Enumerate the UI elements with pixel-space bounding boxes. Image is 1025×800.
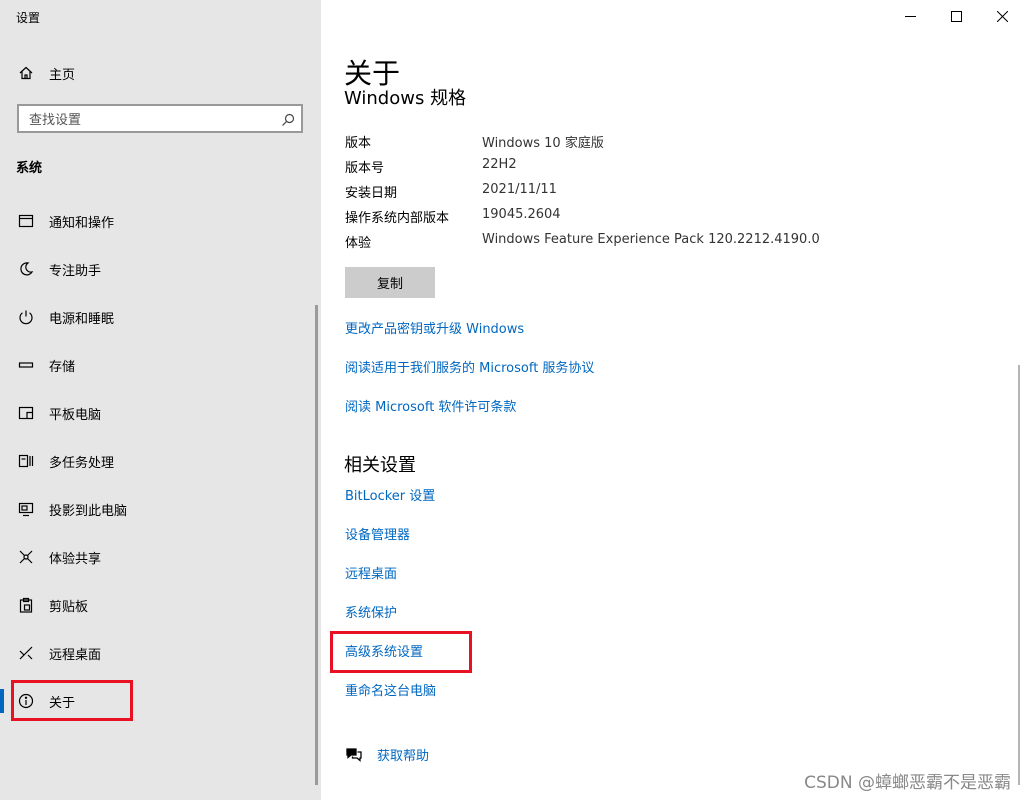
remote-desktop-icon — [18, 645, 34, 661]
moon-icon — [18, 261, 34, 277]
sidebar-item-tablet[interactable]: 平板电脑 — [0, 389, 310, 437]
search-input[interactable] — [27, 110, 276, 130]
sidebar-item-label: 通知和操作 — [49, 215, 115, 231]
sidebar-item-label: 剪贴板 — [49, 599, 89, 615]
sidebar-item-label: 主页 — [49, 67, 76, 83]
subtitle-clip: Windows 规格 — [344, 88, 466, 110]
rename-pc-link[interactable]: 重命名这台电脑 — [345, 680, 436, 699]
power-icon — [18, 309, 34, 325]
spec-value: 19045.2604 — [482, 207, 561, 222]
sidebar-item-label: 电源和睡眠 — [49, 311, 115, 327]
sidebar-item-home[interactable]: 主页 — [0, 58, 310, 88]
tablet-icon — [18, 405, 34, 421]
notification-icon — [18, 213, 34, 229]
copy-button[interactable]: 复制 — [345, 267, 435, 298]
related-settings-heading: 相关设置 — [344, 455, 416, 476]
sidebar-item-shared-experiences[interactable]: 体验共享 — [0, 533, 310, 581]
maximize-icon — [950, 10, 962, 22]
close-icon — [996, 10, 1008, 22]
app-title: 设置 — [16, 11, 41, 25]
watermark: CSDN @蟑螂恶霸不是恶霸 — [804, 773, 1011, 793]
sidebar: 设置 主页 系统 通知和操作 专注助手 电源和睡 — [0, 0, 321, 800]
system-protection-link[interactable]: 系统保护 — [345, 602, 397, 621]
device-manager-link[interactable]: 设备管理器 — [345, 524, 410, 543]
section-label: 系统 — [16, 161, 43, 176]
sidebar-item-clipboard[interactable]: 剪贴板 — [0, 581, 310, 629]
help-chat-icon — [346, 747, 362, 762]
spec-label: 安装日期 — [345, 186, 398, 201]
spec-value: 2021/11/11 — [482, 182, 557, 197]
window-controls — [887, 0, 1025, 32]
sidebar-item-label: 投影到此电脑 — [49, 503, 128, 519]
selection-indicator — [0, 689, 4, 713]
main-content: 关于 Windows 规格 版本 Windows 10 家庭版 版本号 22H2… — [321, 0, 1025, 800]
home-icon — [18, 65, 34, 81]
section-subtitle: Windows 规格 — [344, 88, 467, 109]
service-agreement-link[interactable]: 阅读适用于我们服务的 Microsoft 服务协议 — [345, 357, 594, 376]
highlight-box — [330, 631, 472, 673]
clipboard-icon — [18, 597, 34, 613]
sidebar-item-label: 体验共享 — [49, 551, 102, 567]
sidebar-item-label: 平板电脑 — [49, 407, 102, 423]
spec-value: 22H2 — [482, 157, 517, 172]
license-terms-link[interactable]: 阅读 Microsoft 软件许可条款 — [345, 396, 516, 415]
sidebar-item-storage[interactable]: 存储 — [0, 341, 310, 389]
page-title: 关于 — [344, 57, 401, 90]
maximize-button[interactable] — [933, 0, 979, 32]
sidebar-scrollbar[interactable] — [315, 305, 318, 785]
spec-label: 体验 — [345, 236, 372, 251]
close-button[interactable] — [979, 0, 1025, 32]
spec-value: Windows Feature Experience Pack 120.2212… — [482, 232, 820, 247]
sidebar-item-project[interactable]: 投影到此电脑 — [0, 485, 310, 533]
search-field[interactable] — [17, 104, 303, 133]
sidebar-item-label: 专注助手 — [49, 263, 102, 279]
get-help-link[interactable]: 获取帮助 — [345, 745, 429, 764]
get-help-label: 获取帮助 — [377, 749, 430, 764]
minimize-icon — [904, 15, 916, 17]
sidebar-item-label: 远程桌面 — [49, 647, 102, 663]
spec-label: 版本号 — [345, 161, 385, 176]
spec-value: Windows 10 家庭版 — [482, 136, 604, 151]
storage-icon — [18, 357, 34, 373]
spec-label: 版本 — [345, 136, 372, 151]
multitask-icon — [18, 453, 34, 469]
sidebar-item-notifications[interactable]: 通知和操作 — [0, 197, 310, 245]
project-icon — [18, 501, 34, 517]
sidebar-item-about[interactable]: 关于 — [0, 677, 310, 725]
bitlocker-settings-link[interactable]: BitLocker 设置 — [345, 485, 435, 504]
minimize-button[interactable] — [887, 0, 933, 32]
sidebar-item-remote-desktop[interactable]: 远程桌面 — [0, 629, 310, 677]
info-icon — [18, 693, 34, 709]
sidebar-item-label: 存储 — [49, 359, 76, 375]
share-icon — [18, 549, 34, 565]
sidebar-item-label: 关于 — [49, 695, 76, 711]
sidebar-item-label: 多任务处理 — [49, 455, 115, 471]
sidebar-item-power-sleep[interactable]: 电源和睡眠 — [0, 293, 310, 341]
sidebar-item-focus-assist[interactable]: 专注助手 — [0, 245, 310, 293]
main-scrollbar[interactable] — [1018, 365, 1020, 785]
change-product-key-link[interactable]: 更改产品密钥或升级 Windows — [345, 318, 524, 337]
spec-label: 操作系统内部版本 — [345, 211, 450, 226]
remote-desktop-link[interactable]: 远程桌面 — [345, 563, 397, 582]
sidebar-item-multitasking[interactable]: 多任务处理 — [0, 437, 310, 485]
search-icon[interactable] — [281, 112, 295, 126]
sidebar-nav: 通知和操作 专注助手 电源和睡眠 存储 平板电脑 多任务处理 投影到此电脑 体验… — [0, 197, 310, 725]
